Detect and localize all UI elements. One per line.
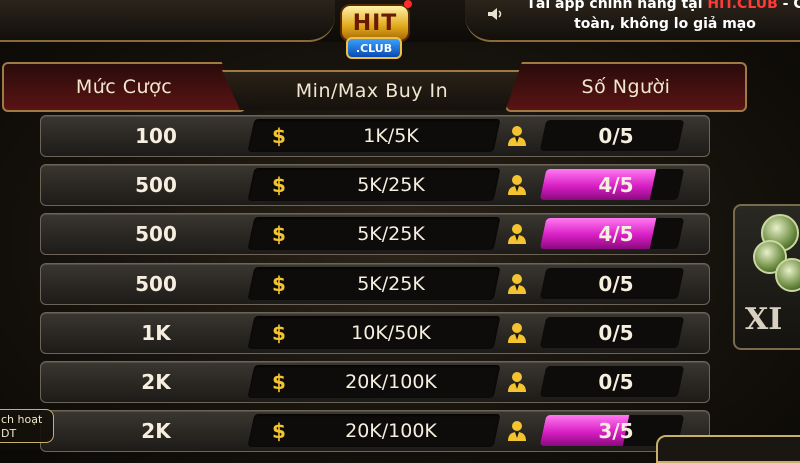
- top-bar-left-frame: [0, 0, 335, 42]
- chip-icon: [775, 258, 800, 292]
- player-count: 0/5: [598, 272, 634, 296]
- player-count: 4/5: [598, 173, 634, 197]
- dollar-icon: $: [272, 419, 286, 443]
- buyin-value: 20K/100K: [345, 420, 437, 442]
- player-count: 0/5: [598, 321, 634, 345]
- dollar-icon: $: [272, 370, 286, 394]
- table-row[interactable]: 500 $5K/25K 0/5: [40, 263, 710, 305]
- activate-tag-line1: ch hoạt: [1, 413, 43, 426]
- bet-value: 500: [135, 222, 177, 246]
- bet-value: 2K: [141, 419, 171, 443]
- bet-value: 2K: [141, 370, 171, 394]
- buyin-value: 5K/25K: [357, 273, 425, 295]
- logo-club-text: .CLUB: [346, 37, 402, 59]
- table-row[interactable]: 100 $1K/5K 0/5: [40, 115, 710, 157]
- person-icon: [508, 421, 526, 441]
- promo-line2: toàn, không lo giả mạo: [574, 16, 756, 32]
- player-count: 4/5: [598, 222, 634, 246]
- buyin-value: 10K/50K: [351, 322, 431, 344]
- buyin-value: 20K/100K: [345, 371, 437, 393]
- dollar-icon: $: [272, 222, 286, 246]
- player-count: 0/5: [598, 124, 634, 148]
- person-icon: [508, 126, 526, 146]
- sound-icon[interactable]: [487, 7, 505, 21]
- bet-value: 500: [135, 272, 177, 296]
- promo-prefix: Tải app chính hãng tại: [526, 0, 708, 12]
- column-header-buyin: Min/Max Buy In: [222, 70, 522, 110]
- table-row[interactable]: 500 $5K/25K 4/5: [40, 164, 710, 206]
- side-game-text: XI: [745, 302, 783, 337]
- column-header-players: Số Người: [505, 62, 747, 112]
- bottom-right-tab[interactable]: [656, 435, 800, 463]
- person-icon: [508, 372, 526, 392]
- table-row[interactable]: 2K $20K/100K 3/5: [40, 410, 710, 452]
- dollar-icon: $: [272, 321, 286, 345]
- notification-dot: [404, 0, 412, 8]
- table-row[interactable]: 2K $20K/100K 0/5: [40, 361, 710, 403]
- dollar-icon: $: [272, 272, 286, 296]
- dollar-icon: $: [272, 173, 286, 197]
- person-icon: [508, 274, 526, 294]
- buyin-value: 1K/5K: [363, 125, 419, 147]
- activate-tag-line2: DT: [1, 427, 17, 440]
- column-header-bet: Mức Cược: [2, 62, 246, 112]
- dollar-icon: $: [272, 124, 286, 148]
- bet-value: 100: [135, 124, 177, 148]
- promo-brand: HIT.CLUB: [707, 0, 778, 12]
- side-game-card[interactable]: XI: [733, 204, 800, 350]
- promo-banner: Tải app chính hãng tại HIT.CLUB - C toàn…: [520, 0, 800, 34]
- table-row[interactable]: 500 $5K/25K 4/5: [40, 213, 710, 255]
- person-icon: [508, 224, 526, 244]
- promo-suffix: - C: [782, 0, 800, 12]
- bet-value: 500: [135, 173, 177, 197]
- buyin-value: 5K/25K: [357, 174, 425, 196]
- buyin-value: 5K/25K: [357, 223, 425, 245]
- hit-club-logo[interactable]: HIT .CLUB: [336, 0, 412, 59]
- player-count: 0/5: [598, 370, 634, 394]
- table-row[interactable]: 1K $10K/50K 0/5: [40, 312, 710, 354]
- activate-tag[interactable]: ch hoạt DT: [0, 409, 54, 443]
- bet-value: 1K: [141, 321, 171, 345]
- person-icon: [508, 323, 526, 343]
- person-icon: [508, 175, 526, 195]
